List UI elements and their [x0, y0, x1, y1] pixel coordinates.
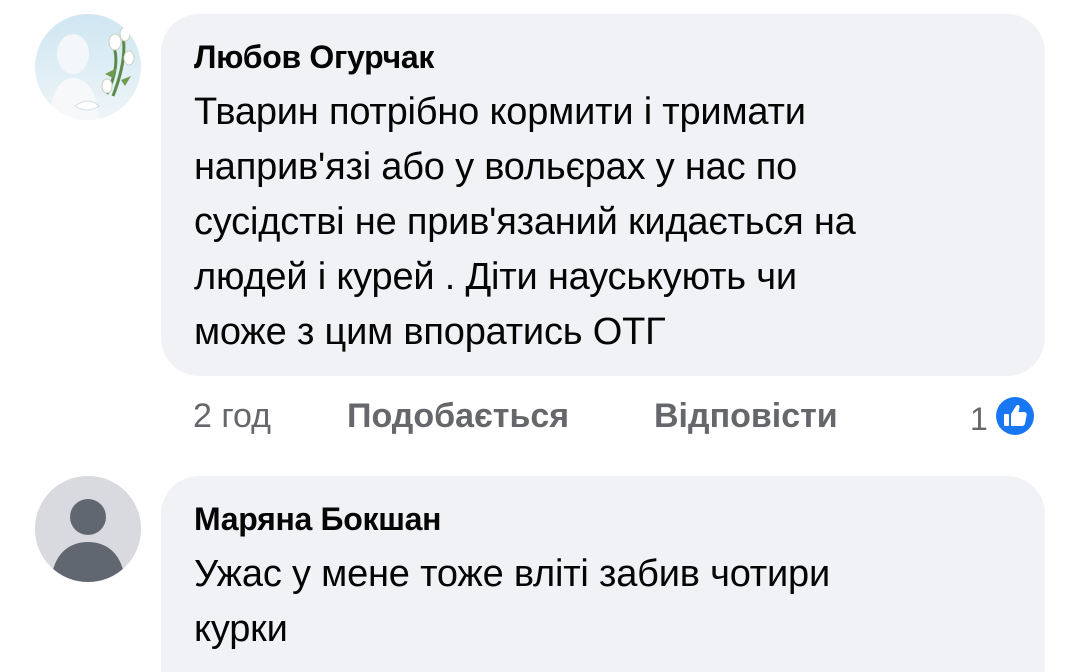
comment-text: Тварин потрібно кормити і тримати наприв…: [194, 91, 856, 353]
comment-author[interactable]: Любов Огурчак: [194, 38, 434, 76]
reply-action: Відповісти: [654, 396, 838, 436]
avatar[interactable]: [35, 14, 141, 120]
comment-bubble: Любов Огурчак Тварин потрібно кормити і …: [161, 14, 1045, 376]
avatar[interactable]: [35, 476, 141, 582]
default-avatar-icon: [35, 476, 141, 582]
reaction-count: 1: [970, 400, 988, 437]
like-action: Подобається: [347, 396, 569, 436]
comment-text: Ужас у мене тоже вліті забив чотири курк…: [194, 553, 830, 650]
like-button[interactable]: Подобається: [347, 397, 569, 435]
comments-thread: Любов Огурчак Тварин потрібно кормити і …: [0, 0, 1080, 672]
like-icon: [992, 393, 1038, 444]
comment-author[interactable]: Маряна Бокшан: [194, 500, 441, 538]
comment-actions: 2 год: [193, 396, 271, 436]
reply-button[interactable]: Відповісти: [654, 397, 838, 435]
comment-bubble: Маряна Бокшан Ужас у мене тоже вліті заб…: [161, 476, 1045, 672]
comment-timestamp[interactable]: 2 год: [193, 397, 271, 435]
profile-photo-flowers: [35, 14, 141, 120]
reaction-summary[interactable]: 1: [970, 393, 1038, 444]
